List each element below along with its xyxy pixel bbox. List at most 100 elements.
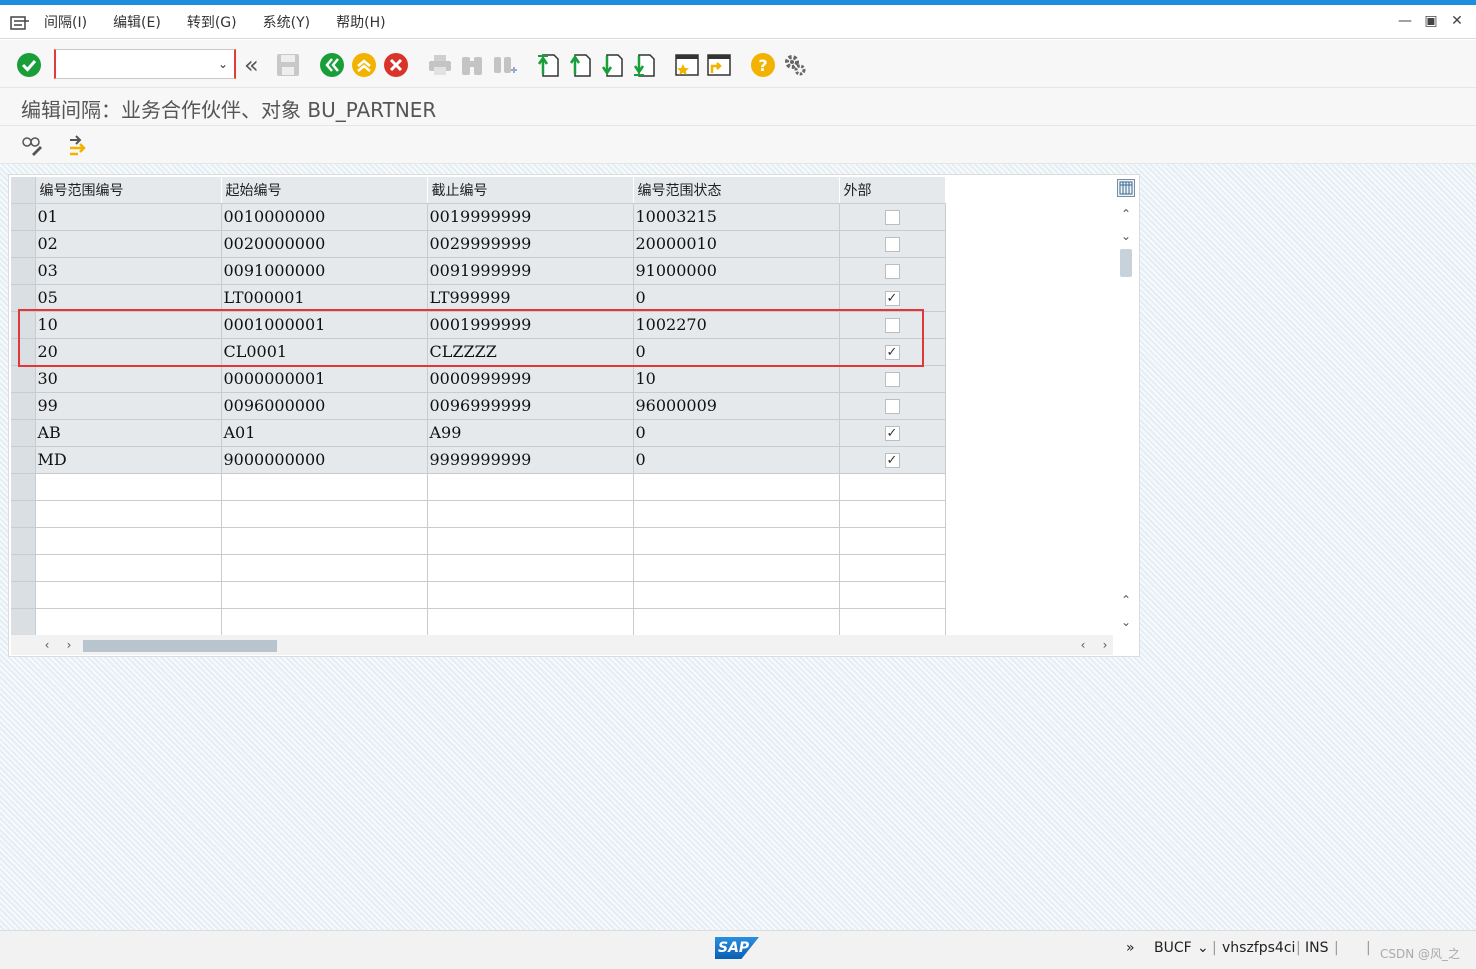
cell-from-number[interactable]: 0000000001 (221, 365, 428, 393)
cell-from-number[interactable]: 0096000000 (221, 392, 428, 420)
previous-page-icon[interactable] (567, 52, 593, 78)
last-page-icon[interactable] (631, 52, 657, 78)
cell-to-number[interactable]: 0096999999 (427, 392, 634, 420)
cell-to-number[interactable]: CLZZZZ (427, 338, 634, 366)
cell-range-number[interactable]: MD (35, 446, 222, 474)
scroll-right-end-icon[interactable]: › (1097, 638, 1113, 652)
cell-range-status[interactable]: 0 (633, 446, 840, 474)
external-checkbox[interactable]: ✓ (884, 453, 900, 468)
row-selector[interactable] (11, 446, 36, 474)
external-checkbox[interactable] (884, 372, 900, 387)
row-selector[interactable] (11, 230, 36, 258)
cell-to-number[interactable]: 0000999999 (427, 365, 634, 393)
cell-to-number[interactable]: 0001999999 (427, 311, 634, 339)
vertical-scroll-thumb[interactable] (1120, 249, 1132, 277)
select-all-button[interactable] (11, 177, 36, 204)
row-selector[interactable] (11, 392, 36, 420)
shortcut-icon[interactable] (706, 52, 732, 78)
menu-goto[interactable]: 转到(G) (187, 12, 237, 32)
scroll-page-up-icon[interactable]: ⌃ (1118, 593, 1134, 607)
cell-range-number[interactable]: 03 (35, 257, 222, 285)
cell-to-number[interactable]: 0029999999 (427, 230, 634, 258)
cell-range-status[interactable]: 0 (633, 338, 840, 366)
close-icon[interactable]: ✕ (1450, 14, 1464, 28)
cell-range-number[interactable]: 30 (35, 365, 222, 393)
cell-from-number[interactable]: 0010000000 (221, 203, 428, 231)
cell-range-status[interactable]: 10003215 (633, 203, 840, 231)
row-selector[interactable] (11, 311, 36, 339)
cell-from-number[interactable]: 0091000000 (221, 257, 428, 285)
create-session-icon[interactable] (674, 52, 700, 78)
back-icon[interactable] (319, 52, 345, 78)
menu-edit[interactable]: 编辑(E) (113, 12, 161, 32)
chevron-down-icon[interactable]: ⌄ (218, 57, 228, 71)
column-header-to-number[interactable]: 截止编号 (427, 177, 634, 204)
table-settings-icon[interactable] (1117, 179, 1135, 197)
cell-range-status[interactable]: 10 (633, 365, 840, 393)
external-checkbox[interactable]: ✓ (884, 345, 900, 360)
cell-range-status[interactable]: 0 (633, 419, 840, 447)
customize-icon[interactable] (782, 52, 808, 78)
menu-help[interactable]: 帮助(H) (336, 12, 385, 32)
external-checkbox[interactable]: ✓ (884, 426, 900, 441)
cell-range-status[interactable]: 91000000 (633, 257, 840, 285)
external-checkbox[interactable] (884, 318, 900, 333)
minimize-icon[interactable]: — (1398, 14, 1412, 28)
scroll-right-icon[interactable]: › (61, 638, 77, 652)
cell-to-number[interactable]: 0091999999 (427, 257, 634, 285)
enter-icon[interactable] (16, 52, 42, 78)
row-selector[interactable] (11, 203, 36, 231)
scroll-up-icon[interactable]: ⌃ (1118, 207, 1134, 221)
external-checkbox[interactable] (884, 399, 900, 414)
cell-range-status[interactable]: 20000010 (633, 230, 840, 258)
command-field[interactable]: ⌄ (54, 49, 236, 79)
external-checkbox[interactable] (884, 210, 900, 225)
cell-range-status[interactable]: 1002270 (633, 311, 840, 339)
cell-to-number[interactable]: LT999999 (427, 284, 634, 312)
cell-from-number[interactable]: A01 (221, 419, 428, 447)
cell-range-number[interactable]: 10 (35, 311, 222, 339)
cell-range-number[interactable]: 01 (35, 203, 222, 231)
status-input-mode[interactable]: INS (1305, 940, 1329, 956)
cell-range-number[interactable]: 20 (35, 338, 222, 366)
scroll-down-icon[interactable]: ⌄ (1118, 229, 1134, 243)
cell-to-number[interactable]: 9999999999 (427, 446, 634, 474)
horizontal-scroll-thumb[interactable] (83, 640, 277, 652)
row-selector[interactable] (11, 257, 36, 285)
first-page-icon[interactable] (535, 52, 561, 78)
row-selector[interactable] (11, 284, 36, 312)
cell-from-number[interactable]: 0020000000 (221, 230, 428, 258)
menu-interval[interactable]: 间隔(I) (44, 12, 87, 32)
cell-from-number[interactable]: CL0001 (221, 338, 428, 366)
command-input[interactable] (60, 50, 210, 76)
next-page-icon[interactable] (599, 52, 625, 78)
cell-range-number[interactable]: 99 (35, 392, 222, 420)
cancel-icon[interactable] (383, 52, 409, 78)
external-checkbox[interactable]: ✓ (884, 291, 900, 306)
column-header-range-status[interactable]: 编号范围状态 (633, 177, 840, 204)
cell-range-number[interactable]: 02 (35, 230, 222, 258)
cell-from-number[interactable]: LT000001 (221, 284, 428, 312)
column-header-range-number[interactable]: 编号范围编号 (35, 177, 222, 204)
interval-change-icon[interactable] (66, 132, 92, 158)
cell-to-number[interactable]: 0019999999 (427, 203, 634, 231)
horizontal-scrollbar[interactable]: ‹ › ‹ › (11, 635, 1113, 655)
help-icon[interactable]: ? (750, 52, 776, 78)
column-header-external[interactable]: 外部 (839, 177, 946, 204)
row-selector[interactable] (11, 338, 36, 366)
row-selector[interactable] (11, 365, 36, 393)
cell-range-number[interactable]: AB (35, 419, 222, 447)
back-arrows-icon[interactable]: « (244, 53, 270, 80)
maximize-icon[interactable]: ▣ (1424, 14, 1438, 28)
status-expand-icon[interactable]: » (1126, 940, 1135, 956)
cell-range-number[interactable]: 05 (35, 284, 222, 312)
cell-range-status[interactable]: 96000009 (633, 392, 840, 420)
external-checkbox[interactable] (884, 237, 900, 252)
cell-from-number[interactable]: 0001000001 (221, 311, 428, 339)
chevron-down-icon[interactable]: ⌄ (1197, 940, 1209, 956)
external-checkbox[interactable] (884, 264, 900, 279)
scroll-left-icon[interactable]: ‹ (39, 638, 55, 652)
scroll-left-end-icon[interactable]: ‹ (1075, 638, 1091, 652)
display-change-icon[interactable] (20, 132, 46, 158)
cell-to-number[interactable]: A99 (427, 419, 634, 447)
